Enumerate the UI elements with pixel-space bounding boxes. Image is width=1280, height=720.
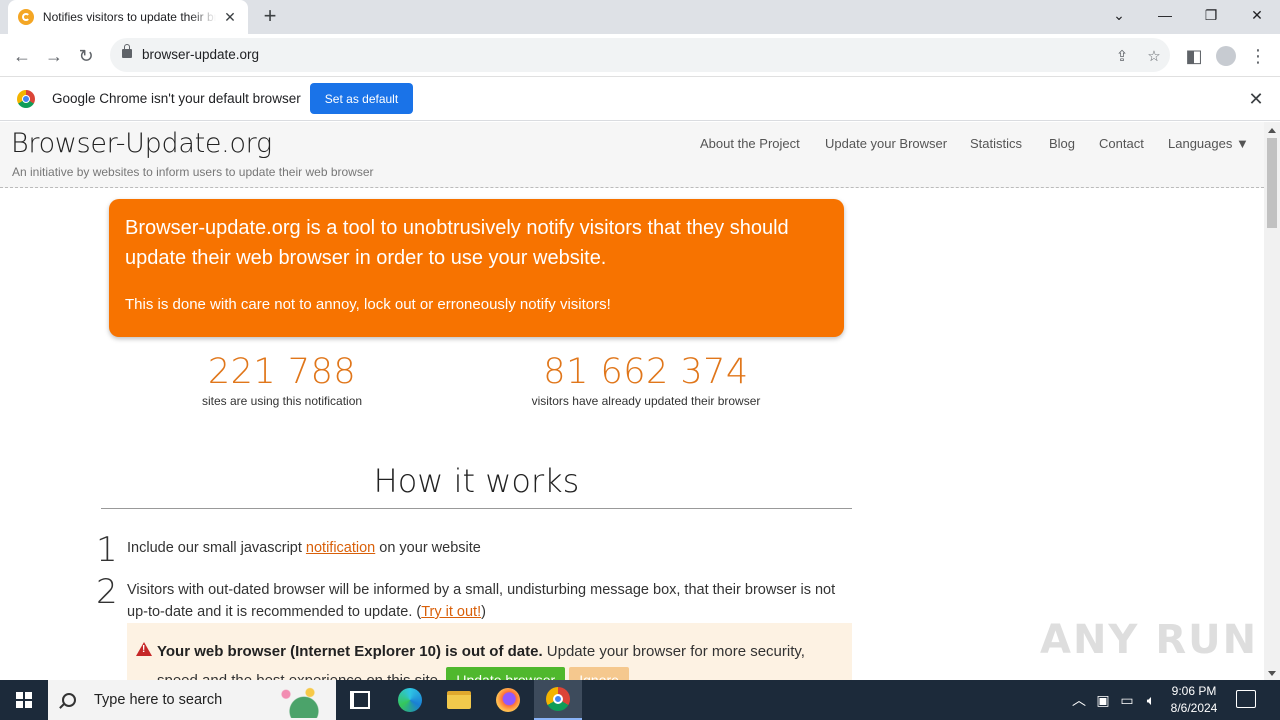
infobar-close-icon[interactable]: ✕ bbox=[1246, 89, 1266, 109]
firefox-icon bbox=[496, 688, 520, 712]
search-highlight-globe-icon bbox=[268, 684, 328, 718]
nav-blog[interactable]: Blog bbox=[1049, 136, 1075, 151]
url-text[interactable]: browser-update.org bbox=[142, 47, 259, 62]
task-view-button[interactable] bbox=[336, 680, 384, 720]
nav-contact[interactable]: Contact bbox=[1099, 136, 1144, 151]
nav-update-browser[interactable]: Update your Browser bbox=[825, 136, 947, 151]
scrollbar-thumb[interactable] bbox=[1267, 138, 1277, 228]
network-icon[interactable]: ▭ bbox=[1116, 680, 1138, 720]
scroll-down-arrow-icon[interactable] bbox=[1268, 671, 1276, 676]
clock-time: 9:06 PM bbox=[1171, 684, 1217, 698]
volume-icon[interactable]: 🔈︎ bbox=[1140, 680, 1162, 720]
site-title[interactable]: Browser-Update.org bbox=[11, 128, 272, 159]
demo-notification-text: Your web browser (Internet Explorer 10) … bbox=[157, 637, 847, 680]
demo-notification-bar: Your web browser (Internet Explorer 10) … bbox=[127, 623, 852, 680]
demo-bold-text: Your web browser (Internet Explorer 10) … bbox=[157, 643, 543, 660]
firefox-taskbar-button[interactable] bbox=[484, 680, 532, 720]
start-button[interactable] bbox=[0, 680, 48, 720]
minimize-button[interactable]: — bbox=[1142, 0, 1188, 30]
set-as-default-button[interactable]: Set as default bbox=[310, 83, 413, 114]
tab-close-icon[interactable]: ✕ bbox=[222, 9, 238, 26]
ignore-button[interactable]: Ignore bbox=[569, 667, 629, 680]
step-text-after: ) bbox=[481, 604, 486, 620]
site-favicon-icon bbox=[18, 9, 34, 25]
notification-center-icon[interactable] bbox=[1236, 690, 1256, 708]
stat-sites-label: sites are using this notification bbox=[201, 394, 363, 408]
chrome-icon bbox=[546, 687, 570, 711]
new-tab-button[interactable]: + bbox=[258, 5, 282, 29]
browser-toolbar: ← → ↻ browser-update.org ⇪ ☆ ◧ ⋮ bbox=[0, 34, 1280, 77]
edge-icon bbox=[398, 688, 422, 712]
search-icon bbox=[62, 693, 76, 707]
hero-subline: This is done with care not to annoy, loc… bbox=[125, 296, 611, 313]
menu-kebab-icon[interactable]: ⋮ bbox=[1244, 42, 1272, 70]
stat-visitors-label: visitors have already updated their brow… bbox=[531, 394, 761, 408]
file-explorer-taskbar-button[interactable] bbox=[435, 680, 483, 720]
bookmark-star-icon[interactable]: ☆ bbox=[1144, 46, 1164, 66]
taskbar-search-box[interactable]: Type here to search bbox=[48, 680, 336, 720]
forward-arrow-icon[interactable]: → bbox=[40, 42, 68, 70]
clock-date: 8/6/2024 bbox=[1170, 701, 1218, 715]
warning-triangle-icon bbox=[136, 642, 152, 656]
chrome-taskbar-button[interactable] bbox=[534, 680, 582, 720]
nav-statistics[interactable]: Statistics bbox=[970, 136, 1022, 151]
taskbar-clock[interactable]: 9:06 PM 8/6/2024 bbox=[1163, 683, 1225, 717]
stat-sites: 221 788 sites are using this notificatio… bbox=[172, 352, 392, 408]
step-text: Include our small javascript notificatio… bbox=[127, 537, 852, 559]
hero-headline: Browser-update.org is a tool to unobtrus… bbox=[125, 217, 789, 269]
tab-title: Notifies visitors to update their browse… bbox=[42, 10, 217, 24]
step-text: Visitors with out-dated browser will be … bbox=[127, 579, 852, 623]
windows-taskbar: Type here to search ︿ ▣ ▭ 🔈︎ 9:06 PM 8/6… bbox=[0, 680, 1280, 720]
page-viewport: Browser-Update.org An initiative by webs… bbox=[0, 122, 1264, 680]
chrome-logo-icon bbox=[17, 90, 35, 108]
stat-visitors-value: 81 662 374 bbox=[543, 352, 749, 392]
task-view-icon bbox=[350, 691, 370, 709]
close-window-button[interactable]: ✕ bbox=[1234, 0, 1280, 30]
reload-icon[interactable]: ↻ bbox=[72, 42, 100, 70]
step-number: 1 bbox=[96, 530, 118, 570]
tab-strip: Notifies visitors to update their browse… bbox=[0, 0, 1280, 34]
infobar-message: Google Chrome isn't your default browser bbox=[52, 91, 301, 106]
stat-sites-value: 221 788 bbox=[207, 352, 357, 392]
scroll-up-arrow-icon[interactable] bbox=[1268, 128, 1276, 133]
site-subtitle: An initiative by websites to inform user… bbox=[12, 165, 374, 179]
profile-avatar-icon[interactable] bbox=[1212, 42, 1240, 70]
page-scrollbar[interactable] bbox=[1264, 122, 1280, 680]
side-panel-icon[interactable]: ◧ bbox=[1180, 42, 1208, 70]
search-placeholder: Type here to search bbox=[94, 692, 223, 708]
how-it-works-heading: How it works bbox=[373, 462, 580, 500]
browser-tab[interactable]: Notifies visitors to update their browse… bbox=[8, 0, 248, 34]
default-browser-infobar: Google Chrome isn't your default browser… bbox=[0, 78, 1280, 121]
meet-now-icon[interactable]: ▣ bbox=[1092, 680, 1114, 720]
tray-overflow-chevron-icon[interactable]: ︿ bbox=[1068, 680, 1090, 720]
tab-search-chevron-icon[interactable]: ⌄ bbox=[1096, 0, 1142, 30]
step-text-before: Include our small javascript bbox=[127, 540, 306, 556]
try-it-out-link[interactable]: Try it out! bbox=[421, 604, 481, 620]
share-icon[interactable]: ⇪ bbox=[1112, 46, 1132, 66]
stat-visitors: 81 662 374 visitors have already updated… bbox=[506, 352, 786, 408]
update-browser-button[interactable]: Update browser bbox=[446, 667, 566, 680]
restore-button[interactable]: ❐ bbox=[1188, 0, 1234, 30]
nav-languages[interactable]: Languages ▼ bbox=[1168, 136, 1249, 151]
windows-logo-icon bbox=[16, 692, 32, 708]
step-number: 2 bbox=[96, 572, 118, 612]
lock-icon[interactable] bbox=[122, 44, 132, 58]
site-header: Browser-Update.org An initiative by webs… bbox=[0, 122, 1264, 188]
address-bar[interactable]: browser-update.org ⇪ ☆ bbox=[110, 38, 1170, 72]
step-text-after: on your website bbox=[375, 540, 481, 556]
hero-banner: Browser-update.org is a tool to unobtrus… bbox=[109, 199, 844, 337]
heading-divider bbox=[101, 508, 852, 509]
notification-link[interactable]: notification bbox=[306, 540, 375, 556]
edge-taskbar-button[interactable] bbox=[386, 680, 434, 720]
folder-icon bbox=[447, 691, 471, 709]
nav-about-project[interactable]: About the Project bbox=[700, 136, 800, 151]
back-arrow-icon[interactable]: ← bbox=[8, 42, 36, 70]
anyrun-watermark: ANY RUN bbox=[1040, 617, 1259, 663]
